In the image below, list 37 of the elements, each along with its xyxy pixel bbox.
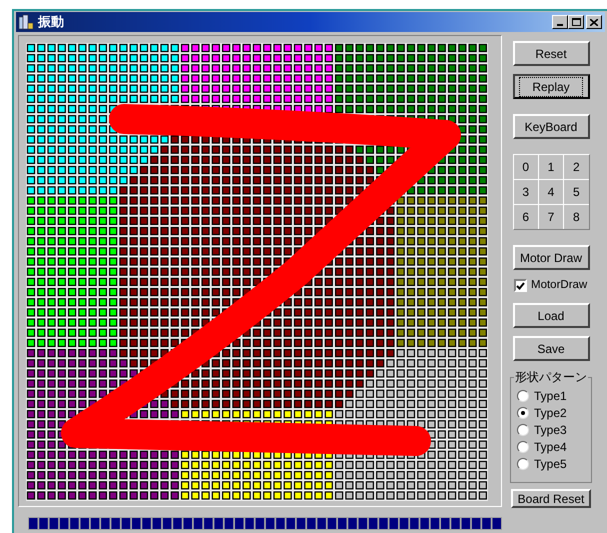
keypad-key[interactable]: 1 (538, 155, 564, 179)
keyboard-button[interactable]: KeyBoard (512, 114, 590, 139)
keypad-key[interactable]: 7 (538, 205, 564, 229)
maximize-icon (572, 18, 580, 26)
keypad-key[interactable]: 3 (514, 180, 538, 204)
radio-label: Type4 (534, 439, 567, 456)
reset-button[interactable]: Reset (512, 41, 590, 66)
keypad-key[interactable]: 2 (564, 155, 588, 179)
minimize-icon (557, 24, 563, 26)
radio-button[interactable] (517, 407, 529, 420)
app-icon (18, 14, 34, 30)
radio-label: Type5 (534, 456, 567, 474)
window-title: 振動 (38, 13, 65, 32)
keypad-key[interactable]: 6 (514, 205, 538, 229)
radio-button[interactable] (517, 424, 529, 436)
keypad-key[interactable]: 8 (564, 205, 588, 229)
checkbox-label: MotorDraw (531, 278, 588, 293)
keypad-key[interactable]: 4 (538, 180, 564, 204)
keypad-key[interactable]: 0 (514, 155, 538, 179)
save-button[interactable]: Save (512, 336, 590, 362)
keypad-key[interactable]: 5 (564, 180, 588, 204)
replay-button[interactable]: Replay (512, 74, 590, 99)
checkbox[interactable] (514, 279, 527, 292)
radio-button[interactable] (517, 390, 529, 402)
radio-label: Type3 (534, 422, 567, 440)
radio-label: Type2 (534, 405, 567, 422)
minimize-button[interactable] (552, 15, 568, 29)
radio-button[interactable] (517, 441, 529, 454)
motor-draw-button[interactable]: Motor Draw (512, 245, 590, 270)
close-button[interactable] (586, 15, 602, 29)
maximize-button[interactable] (568, 15, 584, 29)
load-button[interactable]: Load (512, 303, 590, 328)
radio-button[interactable] (517, 458, 529, 470)
close-icon (590, 18, 598, 26)
radio-label: Type1 (534, 388, 567, 406)
group-title: 形状パターン (514, 369, 588, 386)
board-reset-button[interactable]: Board Reset (511, 489, 591, 508)
